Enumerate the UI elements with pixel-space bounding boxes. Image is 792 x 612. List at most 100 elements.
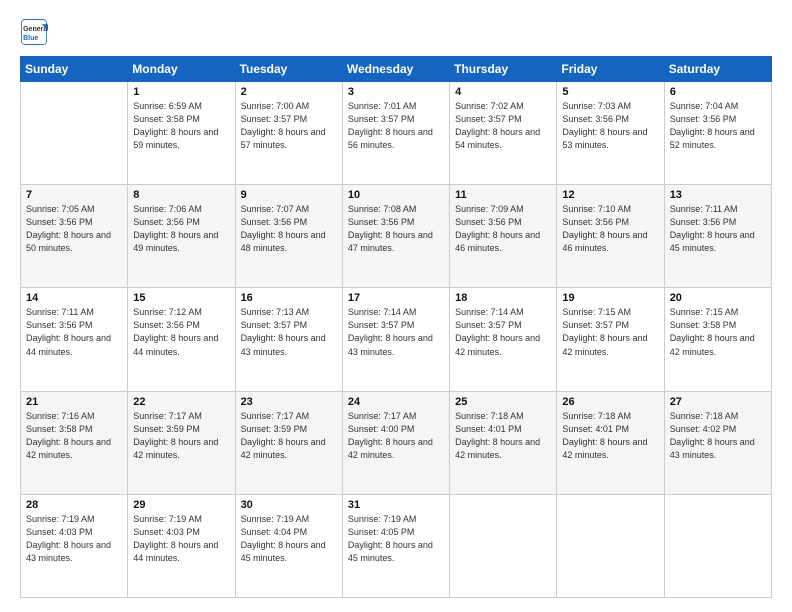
day-detail: Sunrise: 7:18 AMSunset: 4:01 PMDaylight:… <box>455 410 551 462</box>
calendar-cell: 9 Sunrise: 7:07 AMSunset: 3:56 PMDayligh… <box>235 185 342 288</box>
day-number: 10 <box>348 189 444 201</box>
calendar-week-row: 28 Sunrise: 7:19 AMSunset: 4:03 PMDaylig… <box>21 494 772 597</box>
day-number: 20 <box>670 292 766 304</box>
calendar-cell: 11 Sunrise: 7:09 AMSunset: 3:56 PMDaylig… <box>450 185 557 288</box>
day-number: 14 <box>26 292 122 304</box>
calendar-cell: 29 Sunrise: 7:19 AMSunset: 4:03 PMDaylig… <box>128 494 235 597</box>
calendar-cell: 1 Sunrise: 6:59 AMSunset: 3:58 PMDayligh… <box>128 82 235 185</box>
calendar-cell: 24 Sunrise: 7:17 AMSunset: 4:00 PMDaylig… <box>342 391 449 494</box>
calendar-cell: 13 Sunrise: 7:11 AMSunset: 3:56 PMDaylig… <box>664 185 771 288</box>
calendar-cell: 17 Sunrise: 7:14 AMSunset: 3:57 PMDaylig… <box>342 288 449 391</box>
calendar-table: SundayMondayTuesdayWednesdayThursdayFrid… <box>20 56 772 598</box>
day-number: 31 <box>348 499 444 511</box>
day-detail: Sunrise: 7:08 AMSunset: 3:56 PMDaylight:… <box>348 203 444 255</box>
calendar-cell: 12 Sunrise: 7:10 AMSunset: 3:56 PMDaylig… <box>557 185 664 288</box>
weekday-header-row: SundayMondayTuesdayWednesdayThursdayFrid… <box>21 57 772 82</box>
calendar-cell: 30 Sunrise: 7:19 AMSunset: 4:04 PMDaylig… <box>235 494 342 597</box>
weekday-header-saturday: Saturday <box>664 57 771 82</box>
day-number: 24 <box>348 396 444 408</box>
calendar-cell: 5 Sunrise: 7:03 AMSunset: 3:56 PMDayligh… <box>557 82 664 185</box>
day-number: 21 <box>26 396 122 408</box>
day-detail: Sunrise: 7:17 AMSunset: 3:59 PMDaylight:… <box>241 410 337 462</box>
calendar-cell: 28 Sunrise: 7:19 AMSunset: 4:03 PMDaylig… <box>21 494 128 597</box>
day-number: 18 <box>455 292 551 304</box>
calendar-week-row: 1 Sunrise: 6:59 AMSunset: 3:58 PMDayligh… <box>21 82 772 185</box>
day-number: 26 <box>562 396 658 408</box>
day-detail: Sunrise: 7:11 AMSunset: 3:56 PMDaylight:… <box>670 203 766 255</box>
weekday-header-thursday: Thursday <box>450 57 557 82</box>
day-detail: Sunrise: 7:10 AMSunset: 3:56 PMDaylight:… <box>562 203 658 255</box>
day-number: 19 <box>562 292 658 304</box>
calendar-cell <box>557 494 664 597</box>
day-detail: Sunrise: 7:02 AMSunset: 3:57 PMDaylight:… <box>455 100 551 152</box>
weekday-header-tuesday: Tuesday <box>235 57 342 82</box>
day-detail: Sunrise: 7:07 AMSunset: 3:56 PMDaylight:… <box>241 203 337 255</box>
day-detail: Sunrise: 7:12 AMSunset: 3:56 PMDaylight:… <box>133 306 229 358</box>
day-detail: Sunrise: 7:14 AMSunset: 3:57 PMDaylight:… <box>348 306 444 358</box>
day-detail: Sunrise: 7:14 AMSunset: 3:57 PMDaylight:… <box>455 306 551 358</box>
day-number: 28 <box>26 499 122 511</box>
calendar-cell: 4 Sunrise: 7:02 AMSunset: 3:57 PMDayligh… <box>450 82 557 185</box>
calendar-cell: 21 Sunrise: 7:16 AMSunset: 3:58 PMDaylig… <box>21 391 128 494</box>
day-detail: Sunrise: 7:17 AMSunset: 4:00 PMDaylight:… <box>348 410 444 462</box>
day-number: 23 <box>241 396 337 408</box>
day-detail: Sunrise: 7:18 AMSunset: 4:01 PMDaylight:… <box>562 410 658 462</box>
day-detail: Sunrise: 7:15 AMSunset: 3:57 PMDaylight:… <box>562 306 658 358</box>
calendar-cell: 22 Sunrise: 7:17 AMSunset: 3:59 PMDaylig… <box>128 391 235 494</box>
day-number: 29 <box>133 499 229 511</box>
day-number: 22 <box>133 396 229 408</box>
day-number: 1 <box>133 86 229 98</box>
calendar-cell <box>21 82 128 185</box>
day-detail: Sunrise: 7:03 AMSunset: 3:56 PMDaylight:… <box>562 100 658 152</box>
calendar-cell: 20 Sunrise: 7:15 AMSunset: 3:58 PMDaylig… <box>664 288 771 391</box>
calendar-cell: 27 Sunrise: 7:18 AMSunset: 4:02 PMDaylig… <box>664 391 771 494</box>
day-detail: Sunrise: 7:16 AMSunset: 3:58 PMDaylight:… <box>26 410 122 462</box>
svg-text:Blue: Blue <box>23 35 38 42</box>
day-detail: Sunrise: 7:15 AMSunset: 3:58 PMDaylight:… <box>670 306 766 358</box>
calendar-cell: 8 Sunrise: 7:06 AMSunset: 3:56 PMDayligh… <box>128 185 235 288</box>
svg-text:General: General <box>23 26 48 33</box>
weekday-header-sunday: Sunday <box>21 57 128 82</box>
day-detail: Sunrise: 7:06 AMSunset: 3:56 PMDaylight:… <box>133 203 229 255</box>
day-number: 2 <box>241 86 337 98</box>
calendar-cell: 16 Sunrise: 7:13 AMSunset: 3:57 PMDaylig… <box>235 288 342 391</box>
day-detail: Sunrise: 6:59 AMSunset: 3:58 PMDaylight:… <box>133 100 229 152</box>
calendar-cell: 23 Sunrise: 7:17 AMSunset: 3:59 PMDaylig… <box>235 391 342 494</box>
day-number: 4 <box>455 86 551 98</box>
weekday-header-friday: Friday <box>557 57 664 82</box>
day-detail: Sunrise: 7:19 AMSunset: 4:03 PMDaylight:… <box>133 513 229 565</box>
day-detail: Sunrise: 7:00 AMSunset: 3:57 PMDaylight:… <box>241 100 337 152</box>
calendar-cell <box>664 494 771 597</box>
calendar-cell: 10 Sunrise: 7:08 AMSunset: 3:56 PMDaylig… <box>342 185 449 288</box>
calendar-cell: 3 Sunrise: 7:01 AMSunset: 3:57 PMDayligh… <box>342 82 449 185</box>
calendar-week-row: 21 Sunrise: 7:16 AMSunset: 3:58 PMDaylig… <box>21 391 772 494</box>
page-header: General Blue <box>20 18 772 46</box>
calendar-cell: 18 Sunrise: 7:14 AMSunset: 3:57 PMDaylig… <box>450 288 557 391</box>
day-detail: Sunrise: 7:05 AMSunset: 3:56 PMDaylight:… <box>26 203 122 255</box>
day-detail: Sunrise: 7:13 AMSunset: 3:57 PMDaylight:… <box>241 306 337 358</box>
day-number: 30 <box>241 499 337 511</box>
day-number: 25 <box>455 396 551 408</box>
calendar-page: General Blue SundayMondayTuesdayWednesda… <box>0 0 792 612</box>
day-detail: Sunrise: 7:11 AMSunset: 3:56 PMDaylight:… <box>26 306 122 358</box>
weekday-header-wednesday: Wednesday <box>342 57 449 82</box>
calendar-week-row: 14 Sunrise: 7:11 AMSunset: 3:56 PMDaylig… <box>21 288 772 391</box>
day-number: 7 <box>26 189 122 201</box>
day-detail: Sunrise: 7:04 AMSunset: 3:56 PMDaylight:… <box>670 100 766 152</box>
day-number: 8 <box>133 189 229 201</box>
logo-icon: General Blue <box>20 18 48 46</box>
calendar-cell: 15 Sunrise: 7:12 AMSunset: 3:56 PMDaylig… <box>128 288 235 391</box>
calendar-cell: 19 Sunrise: 7:15 AMSunset: 3:57 PMDaylig… <box>557 288 664 391</box>
day-detail: Sunrise: 7:19 AMSunset: 4:04 PMDaylight:… <box>241 513 337 565</box>
day-number: 16 <box>241 292 337 304</box>
calendar-cell: 2 Sunrise: 7:00 AMSunset: 3:57 PMDayligh… <box>235 82 342 185</box>
day-detail: Sunrise: 7:19 AMSunset: 4:03 PMDaylight:… <box>26 513 122 565</box>
day-number: 3 <box>348 86 444 98</box>
day-number: 5 <box>562 86 658 98</box>
calendar-cell <box>450 494 557 597</box>
day-number: 6 <box>670 86 766 98</box>
day-number: 17 <box>348 292 444 304</box>
calendar-cell: 31 Sunrise: 7:19 AMSunset: 4:05 PMDaylig… <box>342 494 449 597</box>
calendar-week-row: 7 Sunrise: 7:05 AMSunset: 3:56 PMDayligh… <box>21 185 772 288</box>
calendar-cell: 26 Sunrise: 7:18 AMSunset: 4:01 PMDaylig… <box>557 391 664 494</box>
